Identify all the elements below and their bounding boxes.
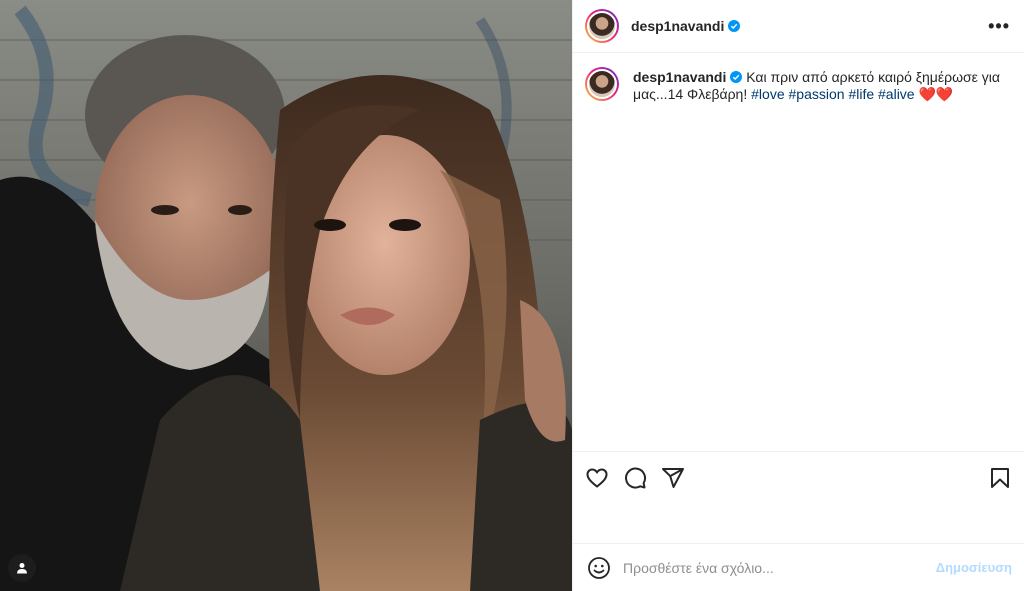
likes-area bbox=[573, 503, 1024, 543]
hashtag-passion[interactable]: #passion bbox=[789, 86, 845, 102]
comment-icon[interactable] bbox=[623, 466, 647, 490]
caption-username-link[interactable]: desp1navandi bbox=[633, 69, 726, 85]
hashtag-alive[interactable]: #alive bbox=[878, 86, 915, 102]
username-link[interactable]: desp1navandi bbox=[631, 18, 724, 34]
caption: desp1navandi Και πριν από αρκετό καιρό ξ… bbox=[585, 67, 1010, 103]
photo-illustration bbox=[0, 0, 572, 591]
post-side-panel: desp1navandi ••• desp1navandi Και πριν α… bbox=[572, 0, 1024, 591]
verified-badge-icon bbox=[730, 71, 743, 83]
like-heart-icon[interactable] bbox=[585, 466, 609, 490]
hashtag-love[interactable]: #love bbox=[751, 86, 784, 102]
caption-text: desp1navandi Και πριν από αρκετό καιρό ξ… bbox=[633, 67, 1010, 103]
comments-area: desp1navandi Και πριν από αρκετό καιρό ξ… bbox=[573, 53, 1024, 451]
post-header: desp1navandi ••• bbox=[573, 0, 1024, 53]
share-icon[interactable] bbox=[661, 466, 685, 490]
instagram-post: desp1navandi ••• desp1navandi Και πριν α… bbox=[0, 0, 1024, 591]
add-comment-bar: Δημοσίευση bbox=[573, 543, 1024, 591]
post-actions bbox=[573, 451, 1024, 503]
comment-input[interactable] bbox=[623, 559, 936, 576]
user-tag-icon bbox=[17, 563, 27, 574]
post-comment-button[interactable]: Δημοσίευση bbox=[936, 560, 1012, 575]
caption-avatar[interactable] bbox=[585, 67, 619, 101]
verified-badge-icon bbox=[728, 20, 741, 32]
more-options-button[interactable]: ••• bbox=[988, 16, 1010, 37]
hashtag-life[interactable]: #life bbox=[848, 86, 874, 102]
tagged-users-button[interactable] bbox=[8, 554, 36, 582]
emoji-picker-icon[interactable] bbox=[587, 556, 611, 580]
post-photo[interactable] bbox=[0, 0, 572, 591]
save-bookmark-icon[interactable] bbox=[988, 466, 1012, 490]
heart-emoji: ❤️❤️ bbox=[918, 86, 954, 102]
avatar[interactable] bbox=[585, 9, 619, 43]
